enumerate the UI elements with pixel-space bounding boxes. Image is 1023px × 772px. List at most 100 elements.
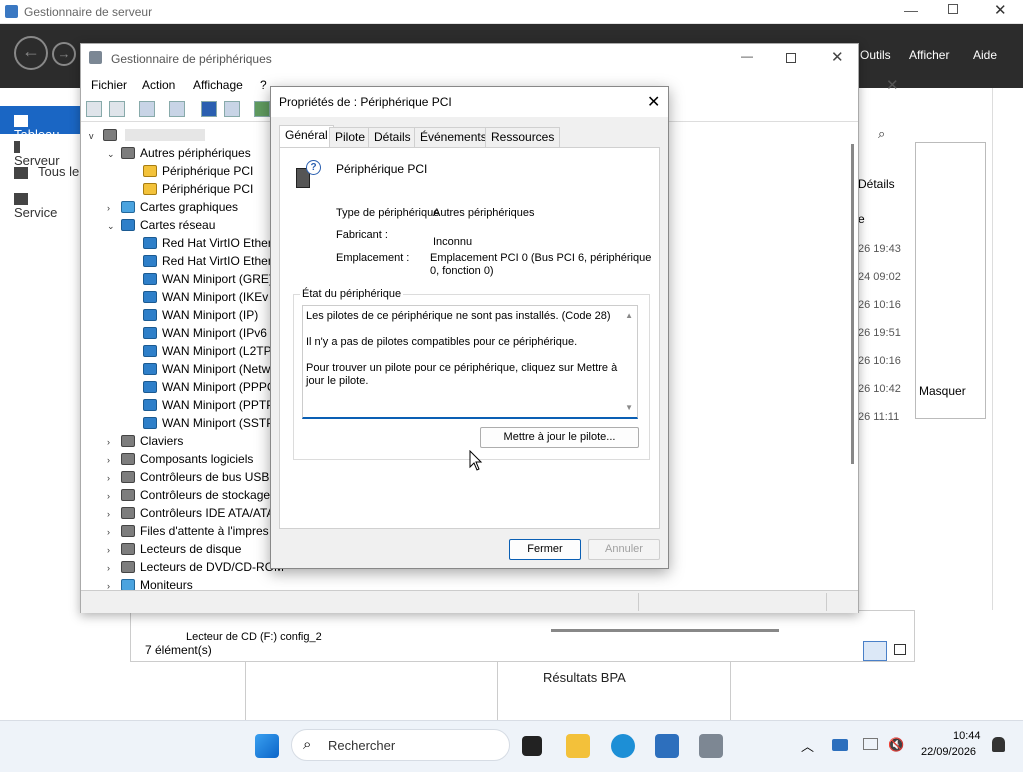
display-tray-icon[interactable]	[863, 738, 878, 750]
list-item[interactable]: Lecteur de CD (F:) config_2	[186, 631, 322, 643]
nav-services[interactable]: Service	[14, 190, 80, 220]
list-scrollbar[interactable]	[551, 629, 779, 632]
menu-outils[interactable]: Outils	[860, 48, 891, 62]
tree-category[interactable]: › Moniteurs	[107, 576, 193, 590]
tree-device[interactable]: WAN Miniport (GRE)	[127, 270, 273, 288]
volume-tray-icon[interactable]: 🔇	[888, 737, 904, 753]
minimize-icon[interactable]: —	[741, 49, 753, 63]
tree-category[interactable]: ⌄ Autres périphériques	[107, 144, 251, 162]
scroll-thumb[interactable]	[851, 144, 854, 464]
close-icon[interactable]: ✕	[647, 92, 660, 112]
back-icon[interactable]	[86, 101, 102, 117]
device-status-textarea[interactable]: Les pilotes de ce périphérique ne sont p…	[302, 305, 638, 419]
menu-aide[interactable]: Aide	[973, 48, 997, 62]
chevron-right-icon[interactable]: ›	[107, 559, 121, 577]
tree-category[interactable]: › Contrôleurs de stockage	[107, 486, 270, 504]
network-tray-icon[interactable]	[832, 739, 848, 751]
tree-category[interactable]: › Claviers	[107, 432, 183, 450]
nav-all-servers[interactable]: Tous le	[14, 164, 79, 179]
clock-time[interactable]: 10:44	[953, 730, 981, 742]
chevron-right-icon[interactable]: ›	[107, 541, 121, 559]
chevron-down-icon[interactable]: v	[89, 127, 103, 145]
forward-icon[interactable]	[109, 101, 125, 117]
tree-category[interactable]: › Lecteurs de DVD/CD-ROM	[107, 558, 284, 576]
update-driver-icon[interactable]	[224, 101, 240, 117]
chevron-right-icon[interactable]: ›	[107, 433, 121, 451]
tree-device[interactable]: Périphérique PCI	[127, 180, 253, 198]
tree-device[interactable]: WAN Miniport (IKEv	[127, 288, 268, 306]
maximize-icon[interactable]	[786, 53, 796, 63]
tree-label: WAN Miniport (L2TP	[162, 344, 272, 358]
chevron-up-icon[interactable]: ︿	[801, 736, 814, 755]
tree-device[interactable]: WAN Miniport (PPPC	[127, 378, 276, 396]
tree-category[interactable]: › Files d'attente à l'impres	[107, 522, 269, 540]
scroll-down-icon[interactable]: ▼	[625, 401, 633, 414]
edge-icon[interactable]	[611, 734, 635, 758]
update-driver-button[interactable]: Mettre à jour le pilote...	[480, 427, 639, 448]
tree-device[interactable]: WAN Miniport (IPv6	[127, 324, 267, 342]
close-icon[interactable]: ✕	[831, 48, 844, 66]
close-button[interactable]: Fermer	[509, 539, 581, 560]
menu-afficher[interactable]: Afficher	[909, 48, 949, 62]
search-box[interactable]: ⌕ Rechercher	[291, 729, 510, 761]
notification-bell-icon[interactable]	[992, 737, 1005, 752]
clock-date[interactable]: 22/09/2026	[921, 746, 976, 758]
start-icon[interactable]	[255, 734, 279, 758]
chevron-down-icon[interactable]: ⌄	[107, 217, 121, 235]
bg-details-label: Détails	[858, 177, 895, 191]
tree-category[interactable]: › Contrôleurs de bus USB	[107, 468, 269, 486]
tree-scrollbar[interactable]	[849, 144, 857, 464]
tree-root[interactable]: v	[89, 126, 206, 145]
minimize-icon[interactable]: —	[904, 2, 918, 18]
tree-view-icon[interactable]	[139, 101, 155, 117]
tree-device[interactable]: WAN Miniport (SSTP	[127, 414, 274, 432]
chevron-down-icon[interactable]: ⌄	[107, 145, 121, 163]
menu-fichier[interactable]: Fichier	[91, 78, 127, 92]
masquer-label[interactable]: Masquer	[919, 384, 966, 398]
bg-close-icon[interactable]: ✕	[886, 76, 899, 94]
back-button[interactable]: ←	[14, 36, 48, 70]
tab-pilote[interactable]: Pilote	[329, 127, 372, 147]
device-manager-task-icon[interactable]	[699, 734, 723, 758]
tab-ressources[interactable]: Ressources	[485, 127, 561, 147]
tree-device[interactable]: Périphérique PCI	[127, 162, 253, 180]
tree-device[interactable]: Red Hat VirtIO Ethern	[127, 252, 279, 270]
tree-device[interactable]: WAN Miniport (L2TP	[127, 342, 272, 360]
chevron-right-icon[interactable]: ›	[107, 451, 121, 469]
maximize-icon[interactable]	[948, 4, 958, 14]
tree-device[interactable]: WAN Miniport (PPTP	[127, 396, 274, 414]
tree-category[interactable]: ⌄ Cartes réseau	[107, 216, 215, 234]
tree-device[interactable]: WAN Miniport (IP)	[127, 306, 258, 324]
tiles-view-icon[interactable]	[894, 644, 906, 655]
properties-icon[interactable]	[169, 101, 185, 117]
server-manager-task-icon[interactable]	[655, 734, 679, 758]
forward-button[interactable]: →	[52, 42, 76, 66]
chevron-right-icon[interactable]: ›	[107, 469, 121, 487]
tree-category[interactable]: › Lecteurs de disque	[107, 540, 241, 558]
tree-device[interactable]: Red Hat VirtIO Ethern	[127, 234, 279, 252]
help-icon[interactable]	[201, 101, 217, 117]
tree-category[interactable]: › Composants logiciels	[107, 450, 253, 468]
scroll-up-icon[interactable]: ▲	[625, 309, 633, 322]
chevron-right-icon[interactable]: ›	[107, 505, 121, 523]
tree-category[interactable]: › Contrôleurs IDE ATA/ATA	[107, 504, 274, 522]
menu-action[interactable]: Action	[142, 78, 175, 92]
chevron-right-icon[interactable]: ›	[107, 487, 121, 505]
menu-affichage[interactable]: Affichage	[193, 78, 243, 92]
tab-details[interactable]: Détails	[368, 127, 417, 147]
tree-device[interactable]: WAN Miniport (Netw	[127, 360, 270, 378]
chevron-right-icon[interactable]: ›	[107, 523, 121, 541]
chevron-right-icon[interactable]: ›	[107, 577, 121, 590]
search-icon[interactable]: ⌕	[878, 126, 885, 142]
tab-evenements[interactable]: Événements	[414, 127, 493, 147]
tree-category[interactable]: › Cartes graphiques	[107, 198, 238, 216]
chevron-right-icon[interactable]: ›	[107, 199, 121, 217]
close-icon[interactable]: ✕	[994, 1, 1007, 19]
cancel-button[interactable]: Annuler	[588, 539, 660, 560]
tab-general[interactable]: Général	[279, 125, 334, 148]
task-view-icon[interactable]	[522, 736, 542, 756]
menu-help[interactable]: ?	[260, 78, 267, 92]
file-explorer-icon[interactable]	[566, 734, 590, 758]
details-view-icon[interactable]	[863, 641, 887, 661]
scan-hardware-icon[interactable]	[254, 101, 270, 117]
